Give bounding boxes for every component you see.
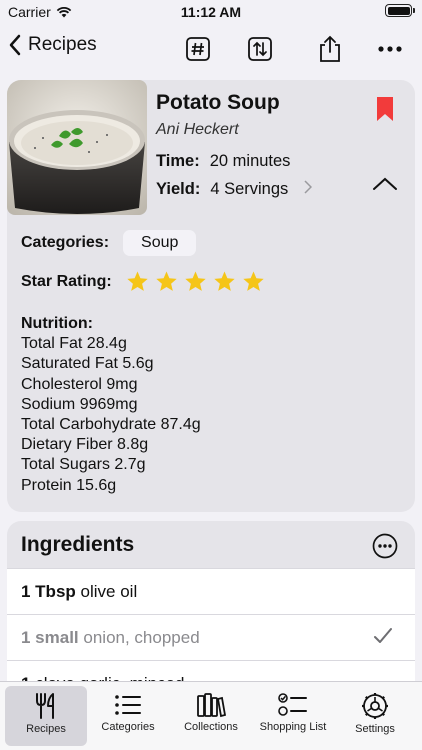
swap-arrows-icon [248,37,272,61]
nutrition-item: Protein 15.6g [21,476,117,494]
yield-label: Yield: [156,180,201,198]
categories-row: Categories: Soup [21,230,197,256]
bookmark-button[interactable] [376,96,394,127]
ingredients-card: Ingredients 1 Tbsp olive oil 1 small oni… [7,521,415,691]
nutrition-label: Nutrition: [21,315,93,332]
nutrition-item: Total Sugars 2.7g [21,456,146,474]
tab-label: Settings [355,723,395,735]
nutrition-item: Sodium 9969mg [21,395,138,413]
tab-settings[interactable]: Settings [334,686,416,746]
back-label: Recipes [28,34,97,55]
share-icon [320,35,340,62]
time-value: 20 minutes [209,152,291,170]
star-icon[interactable] [184,270,207,293]
ingredient-name: onion, chopped [83,628,200,647]
yield-row[interactable]: Yield: 4 Servings [156,180,313,199]
ingredient-name: olive oil [80,582,138,601]
time-row: Time: 20 minutes [156,152,290,171]
tab-recipes[interactable]: Recipes [5,686,87,746]
chevron-left-icon [9,34,21,56]
ingredient-amount: 1 Tbsp [21,582,76,601]
navigation-bar: Recipes [0,26,422,72]
checklist-icon [278,693,307,716]
nutrition-item: Cholesterol 9mg [21,375,138,393]
recipe-photo[interactable] [7,80,147,215]
star-icon[interactable] [155,270,178,293]
ingredient-row[interactable]: 1 Tbsp olive oil [7,568,415,614]
recipe-title: Potato Soup [156,91,280,114]
ingredients-more-button[interactable] [372,533,398,564]
recipe-author: Ani Heckert [156,121,239,138]
recipe-detail-card: Potato Soup Ani Heckert Time: 20 minutes… [7,80,415,512]
tab-label: Categories [101,721,155,733]
status-bar: Carrier 11:12 AM [0,0,422,26]
more-button[interactable] [375,34,405,64]
nutrition-item: Saturated Fat 5.6g [21,355,154,373]
star-rating-row: Star Rating: [21,270,265,293]
star-rating-label: Star Rating: [21,272,112,290]
star-rating[interactable] [126,270,265,293]
chevron-up-icon [373,177,397,190]
nutrition-item: Total Carbohydrate 87.4g [21,416,201,434]
tab-bar: Recipes Categories Collections Shopping … [0,681,422,750]
star-icon[interactable] [126,270,149,293]
share-button[interactable] [315,34,345,64]
nutrition-item: Dietary Fiber 8.8g [21,436,149,454]
ingredient-row[interactable]: 1 small onion, chopped [7,614,415,660]
list-icon [115,695,141,715]
checkmark-icon [374,628,392,643]
battery-icon [385,4,415,17]
clock: 11:12 AM [180,4,242,20]
ingredient-amount: 1 small [21,628,79,647]
tab-label: Recipes [26,723,66,735]
tab-label: Shopping List [259,721,327,733]
hashtag-icon [186,37,210,61]
collapse-button[interactable] [372,176,398,197]
fork-knife-icon [36,693,54,719]
reorder-button[interactable] [245,34,275,64]
bookmark-icon [377,97,393,121]
time-label: Time: [156,152,200,170]
gear-icon [362,693,388,719]
more-circle-icon [372,533,398,559]
hashtag-button[interactable] [183,34,213,64]
categories-label: Categories: [21,234,110,251]
tab-shopping-list[interactable]: Shopping List [252,686,334,746]
nutrition-item: Total Fat 28.4g [21,335,127,353]
chevron-right-icon [304,180,313,194]
nutrition-block: Nutrition: Total Fat 28.4g Saturated Fat… [21,314,201,496]
tab-collections[interactable]: Collections [170,686,252,746]
back-button[interactable]: Recipes [8,34,97,56]
more-icon [378,46,402,52]
yield-value: 4 Servings [210,180,289,198]
star-icon[interactable] [242,270,265,293]
ingredients-title: Ingredients [21,533,135,556]
star-icon[interactable] [213,270,236,293]
tab-label: Collections [184,721,238,733]
tab-categories[interactable]: Categories [87,686,169,746]
category-chip[interactable]: Soup [123,230,197,256]
books-icon [197,693,226,718]
